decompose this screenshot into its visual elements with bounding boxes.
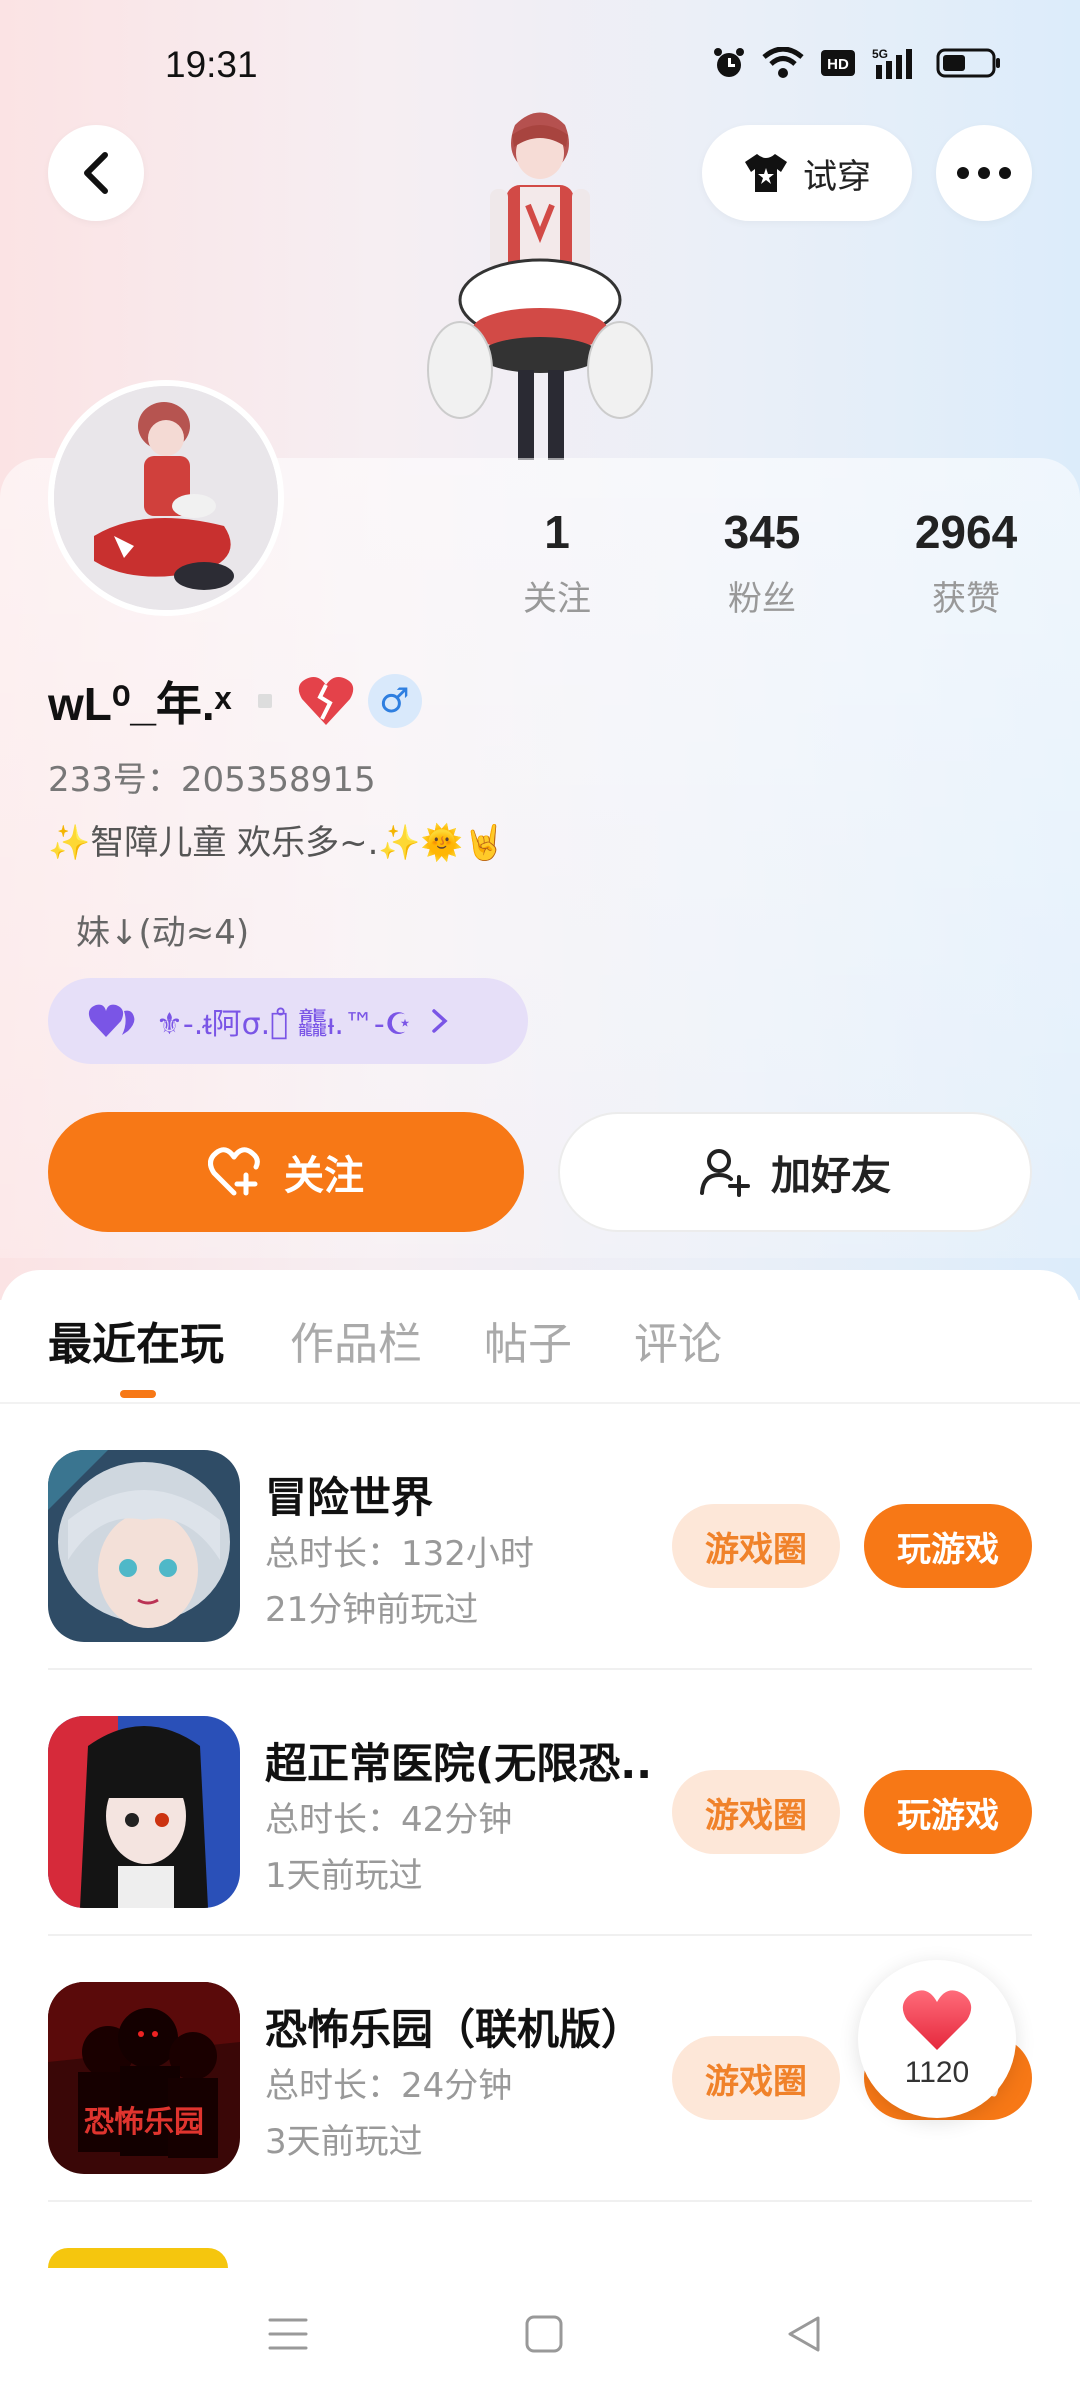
row-divider (48, 2200, 1032, 2202)
add-friend-button[interactable]: 加好友 (558, 1112, 1032, 1232)
hero-character-image (427, 112, 653, 460)
game-last-played: 1天前玩过 (265, 1856, 423, 1896)
stat-likes-value: 2964 (914, 506, 1018, 558)
follow-label: 关注 (284, 1153, 364, 1199)
username: wL⁰_年.ˣ (48, 678, 232, 730)
alarm-icon (714, 48, 744, 77)
stat-following-label: 关注 (523, 579, 591, 619)
like-floating-button[interactable]: 1120 (858, 1960, 1016, 2118)
hd-icon: HD (821, 50, 855, 76)
wifi-icon (762, 47, 804, 78)
battery-icon (936, 48, 1000, 78)
game-icon-image: 恐怖乐园 (48, 1982, 240, 2174)
broken-heart-icon (298, 677, 353, 725)
user-id[interactable]: 233号：205358915 (48, 752, 376, 801)
back-triangle-icon[interactable] (784, 2314, 824, 2354)
game-last-played: 3天前玩过 (265, 2122, 423, 2162)
heart-icon (902, 1990, 972, 2050)
status-time: 19:31 (165, 44, 258, 85)
purple-heart-icon (88, 1004, 135, 1037)
follow-button[interactable]: 关注 (48, 1112, 524, 1232)
more-dots-icon (957, 167, 1011, 179)
game-icon (48, 1716, 240, 1908)
gender-badge: ♂ (367, 674, 422, 728)
stat-likes-label: 获赞 (932, 579, 1000, 619)
stat-fans-value: 345 (723, 506, 801, 558)
game-duration: 总时长：42分钟 (265, 1800, 513, 1840)
game-circle-button[interactable]: 游戏圈 (672, 1504, 840, 1588)
game-icon: 恐怖乐园 (48, 1982, 240, 2174)
tab-recently-played[interactable]: 最近在玩 (48, 1308, 224, 1372)
chevron-right-icon (431, 1009, 448, 1033)
back-button[interactable] (48, 125, 144, 221)
add-friend-label: 加好友 (771, 1153, 891, 1199)
5g-signal-icon: 5G (872, 47, 912, 79)
game-circle-button[interactable]: 游戏圈 (672, 1770, 840, 1854)
game-duration: 总时长：132小时 (265, 1534, 534, 1574)
stat-following-value: 1 (544, 506, 570, 558)
guild-text: ⚜-.ᵵ阿σ.ℊ̊ 龘ᵼ.™-☪ (156, 1007, 412, 1042)
username-row: wL⁰_年.ˣ ♂ (48, 668, 422, 734)
tab-works[interactable]: 作品栏 (290, 1308, 422, 1372)
menu-icon[interactable] (268, 2314, 308, 2354)
bio: ✨智障儿童 欢乐多~.✨🌞🤘 (48, 823, 506, 863)
game-circle-button[interactable]: 游戏圈 (672, 2036, 840, 2120)
stat-fans[interactable]: 345 粉丝 (662, 505, 862, 620)
try-on-button[interactable]: 试穿 (702, 125, 912, 221)
home-icon[interactable] (524, 2314, 564, 2354)
like-count: 1120 (904, 2056, 970, 2089)
play-game-button[interactable]: 玩游戏 (864, 1504, 1032, 1588)
tab-comments[interactable]: 评论 (634, 1308, 722, 1372)
game-last-played: 21分钟前玩过 (265, 1590, 479, 1630)
back-arrow-icon (84, 152, 108, 194)
tab-indicator (120, 1390, 156, 1398)
game-icon (48, 1450, 240, 1642)
game-row[interactable]: 冒险世界 总时长：132小时 21分钟前玩过 游戏圈 玩游戏 (0, 1404, 1080, 1670)
game-title: 冒险世界 (265, 1473, 434, 1522)
try-on-label: 试穿 (803, 156, 871, 197)
guild-pill[interactable]: ⚜-.ᵵ阿σ.ℊ̊ 龘ᵼ.™-☪ (48, 978, 528, 1064)
game-row[interactable]: 超正常医院(无限恐... 总时长：42分钟 1天前玩过 游戏圈 玩游戏 (0, 1670, 1080, 1936)
small-square-badge (257, 694, 272, 708)
avatar[interactable] (48, 380, 284, 616)
heart-plus-icon (208, 1147, 260, 1196)
stat-likes[interactable]: 2964 获赞 (866, 505, 1066, 620)
tshirt-icon (745, 154, 787, 192)
game-duration: 总时长：24分钟 (265, 2066, 513, 2106)
game-icon-image (48, 1450, 240, 1642)
stat-fans-label: 粉丝 (728, 579, 796, 619)
stat-following[interactable]: 1 关注 (457, 505, 657, 620)
avatar-image (54, 386, 278, 610)
game-title: 超正常医院(无限恐... (265, 1739, 655, 1788)
svg-text:HD: HD (827, 56, 849, 73)
bio-secondary: 妹↓(动≈4) (76, 913, 250, 953)
svg-text:5G: 5G (872, 47, 888, 61)
add-person-icon (700, 1149, 750, 1197)
more-options-button[interactable] (936, 125, 1032, 221)
play-game-button[interactable]: 玩游戏 (864, 1770, 1032, 1854)
game-icon-peek (48, 2248, 228, 2268)
status-icons: HD 5G (712, 46, 1002, 80)
system-nav-bar (0, 2268, 1080, 2400)
game-icon-text: 恐怖乐园 (84, 2105, 204, 2140)
game-icon-image (48, 1716, 240, 1908)
game-title: 恐怖乐园（联机版） (265, 2005, 644, 2054)
tab-posts[interactable]: 帖子 (484, 1308, 572, 1372)
